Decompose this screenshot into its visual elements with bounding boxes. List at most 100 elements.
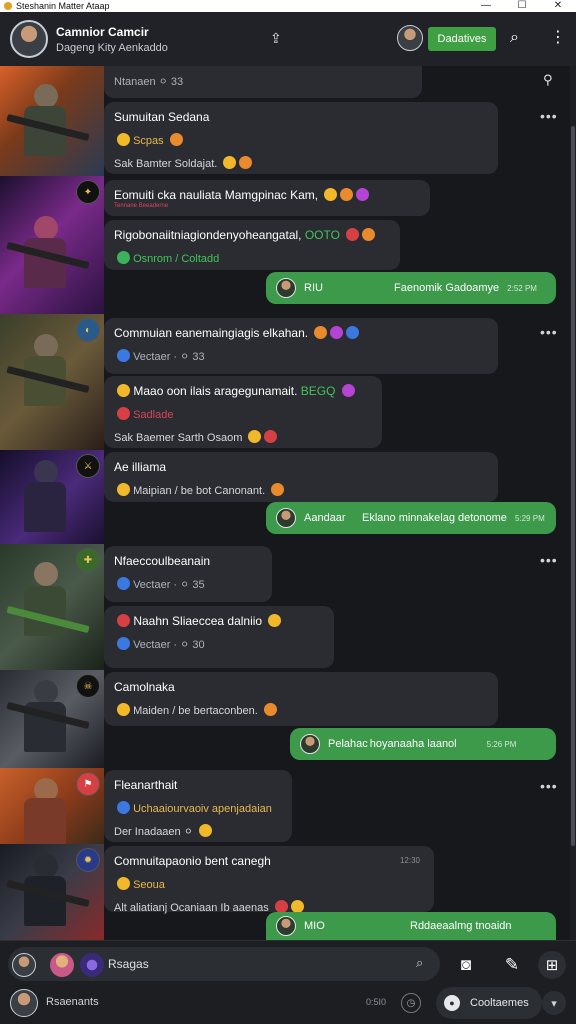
message-time: 2:52 PM [507, 283, 537, 293]
message-card[interactable]: Eomuiti cka nauliata Mamgpinac Kam, Tenn… [104, 180, 430, 216]
user-icon[interactable]: ⚲ [543, 72, 553, 88]
message-card[interactable]: Camolnaka Maiden / be bertaconben. [104, 672, 498, 726]
message-card[interactable]: Ae illiama Maipian / be bot Canonant. [104, 452, 498, 502]
friend-avatar[interactable] [50, 953, 74, 977]
sender-name: Aandaar [304, 512, 346, 524]
message-meta: Vectaer · ⚪ 30 [114, 637, 324, 651]
channel-name[interactable]: Camnior Camcir [56, 25, 168, 39]
app-icon [4, 2, 12, 10]
sent-message-bubble[interactable]: MIO Rddaeaalmg tnoaidn [266, 912, 556, 940]
message-feed[interactable]: ✦ ◐ ⚔ ✚ ☠ ⚑ ✹ ⚲ Ntanaen ⚪ 33 Sumuitan Se… [0, 66, 570, 940]
post-thumbnail[interactable]: ⚔ [0, 450, 104, 544]
message-title: Fleanarthait [114, 778, 178, 792]
message-text: Osnrom / Coltadd [114, 251, 390, 265]
more-vertical-icon[interactable]: ⋮ [550, 27, 566, 47]
message-title: Comnuitapaonio bent canegh 12:30 [114, 854, 420, 868]
dadatives-button[interactable]: Dadatives [428, 27, 496, 51]
game-avatar[interactable] [80, 953, 104, 977]
sender-avatar [276, 508, 296, 528]
message-card[interactable]: Fleanarthait Uchaaiourvaoiv apenjadaian … [104, 770, 292, 842]
message-card[interactable]: Commuian eanemaingiagis elkahan. Vectaer… [104, 318, 498, 374]
share-icon[interactable]: ⇪ [270, 30, 282, 47]
input-text[interactable]: Rsagas [108, 957, 149, 971]
more-horizontal-icon[interactable]: ••• [540, 552, 558, 568]
message-card[interactable]: Maao oon ilais aragegunamait. BEGQ Sadla… [104, 376, 382, 448]
message-tag: Sadlade [114, 407, 372, 421]
message-time: 5:26 PM [486, 739, 517, 749]
game-badge-icon: ✹ [76, 848, 100, 872]
post-thumbnail[interactable] [0, 66, 104, 176]
message-tag: Tennane Beeaderne [114, 203, 169, 209]
window-titlebar: Steshanin Matter Ataap — ☐ ✕ [0, 0, 576, 12]
game-badge-icon: ⚑ [76, 772, 100, 796]
more-horizontal-icon[interactable]: ••• [540, 108, 558, 124]
message-meta: Ntanaen ⚪ 33 [114, 76, 184, 88]
message-text: hoyanaaha laanol [369, 738, 457, 750]
message-time: 5:29 PM [514, 513, 545, 523]
message-text: Faenomik Gadoamye [394, 282, 500, 294]
message-card[interactable]: Naahn Sliaeccea dalniio Vectaer · ⚪ 30 [104, 606, 334, 668]
game-badge-icon: ✦ [76, 180, 100, 204]
composer-bar: Rsagas ⌕ ◙ ✎ ⊞ Rsaenants 0:5I0 ◷ ● Coolt… [0, 940, 576, 1024]
chevron-down-icon[interactable]: ▾ [542, 991, 566, 1015]
maximize-button[interactable]: ☐ [504, 0, 540, 12]
post-thumbnail[interactable]: ✹ [0, 844, 104, 940]
message-card[interactable]: Ntanaen ⚪ 33 [104, 66, 422, 98]
channel-avatar[interactable] [10, 20, 48, 58]
post-thumbnail[interactable]: ✚ [0, 544, 104, 670]
message-title: Camolnaka [114, 680, 175, 694]
chat-header: Camnior Camcir Dageng Kity Aenkaddo ⇪ Da… [0, 12, 576, 66]
clock-icon[interactable]: ◷ [401, 993, 421, 1013]
sender-name: Pelahac [328, 738, 368, 750]
sender-name: MIO [304, 920, 325, 932]
message-card[interactable]: Nfaeccoulbeanain Vectaer · ⚪ 35 [104, 546, 272, 602]
message-title: Maao oon ilais aragegunamait. BEGQ [114, 384, 372, 398]
message-title: Naahn Sliaeccea dalniio [114, 614, 324, 628]
message-card[interactable]: Sumuitan Sedana Scpas Sak Bamter Soldaja… [104, 102, 498, 174]
add-icon[interactable]: ⊞ [538, 951, 566, 979]
cooltaemes-chip[interactable]: ● Cooltaemes [436, 987, 542, 1019]
minimize-button[interactable]: — [468, 0, 504, 12]
game-badge-icon: ◐ [76, 318, 100, 342]
close-button[interactable]: ✕ [540, 0, 576, 12]
sent-message-bubble[interactable]: Pelahac hoyanaaha laanol 5:26 PM [290, 728, 556, 760]
sender-name: RIU [304, 282, 323, 294]
more-horizontal-icon[interactable]: ••• [540, 778, 558, 794]
message-input[interactable]: Rsagas ⌕ [8, 947, 440, 981]
post-thumbnail[interactable]: ◐ [0, 314, 104, 450]
message-card[interactable]: Comnuitapaonio bent canegh 12:30 Seoua Al… [104, 846, 434, 914]
chip-label: Cooltaemes [470, 997, 529, 1009]
recent-name[interactable]: Rsaenants [46, 996, 99, 1008]
post-thumbnail[interactable]: ⚑ [0, 768, 104, 844]
sender-avatar [276, 916, 296, 936]
post-thumbnail[interactable]: ☠ [0, 670, 104, 768]
message-title: Commuian eanemaingiagis elkahan. [114, 326, 488, 340]
sent-message-bubble[interactable]: Aandaar Eklano minnakelag detonome 5:29 … [266, 502, 556, 534]
chip-icon: ● [444, 995, 460, 1011]
game-badge-icon: ⚔ [76, 454, 100, 478]
message-meta: Vectaer · ⚪ 33 [114, 349, 488, 363]
scrollbar-thumb[interactable] [571, 126, 575, 846]
message-title: Rigobonaiitniagiondenyoheangatal, OOTO [114, 228, 390, 242]
camera-icon[interactable]: ◙ [452, 951, 480, 979]
sticker-icon[interactable]: ✎ [498, 951, 526, 979]
pin-icon[interactable]: ⌕ [416, 955, 423, 971]
user-avatar[interactable] [12, 953, 36, 977]
feed-scrollbar[interactable] [570, 66, 576, 940]
post-thumbnail[interactable]: ✦ [0, 176, 104, 314]
search-icon[interactable]: ⌕ [510, 29, 519, 47]
message-text: Maiden / be bertaconben. [114, 703, 488, 717]
sent-message-bubble[interactable]: RIU Faenomik Gadoamye 2:52 PM [266, 272, 556, 304]
message-card[interactable]: Rigobonaiitniagiondenyoheangatal, OOTO O… [104, 220, 400, 270]
game-badge-icon: ✚ [76, 548, 100, 572]
recent-avatar[interactable] [10, 989, 38, 1017]
sender-avatar [276, 278, 296, 298]
channel-subtitle: Dageng Kity Aenkaddo [56, 41, 168, 54]
message-title: Sumuitan Sedana [114, 110, 210, 124]
message-tag: Uchaaiourvaoiv apenjadaian [114, 801, 282, 815]
message-text: Der Inadaaen ⚪ [114, 824, 282, 838]
message-text: Sak Baemer Sarth Osaom [114, 430, 372, 444]
more-horizontal-icon[interactable]: ••• [540, 324, 558, 340]
message-title: Ae illiama [114, 460, 167, 474]
member-avatar[interactable] [397, 25, 423, 51]
